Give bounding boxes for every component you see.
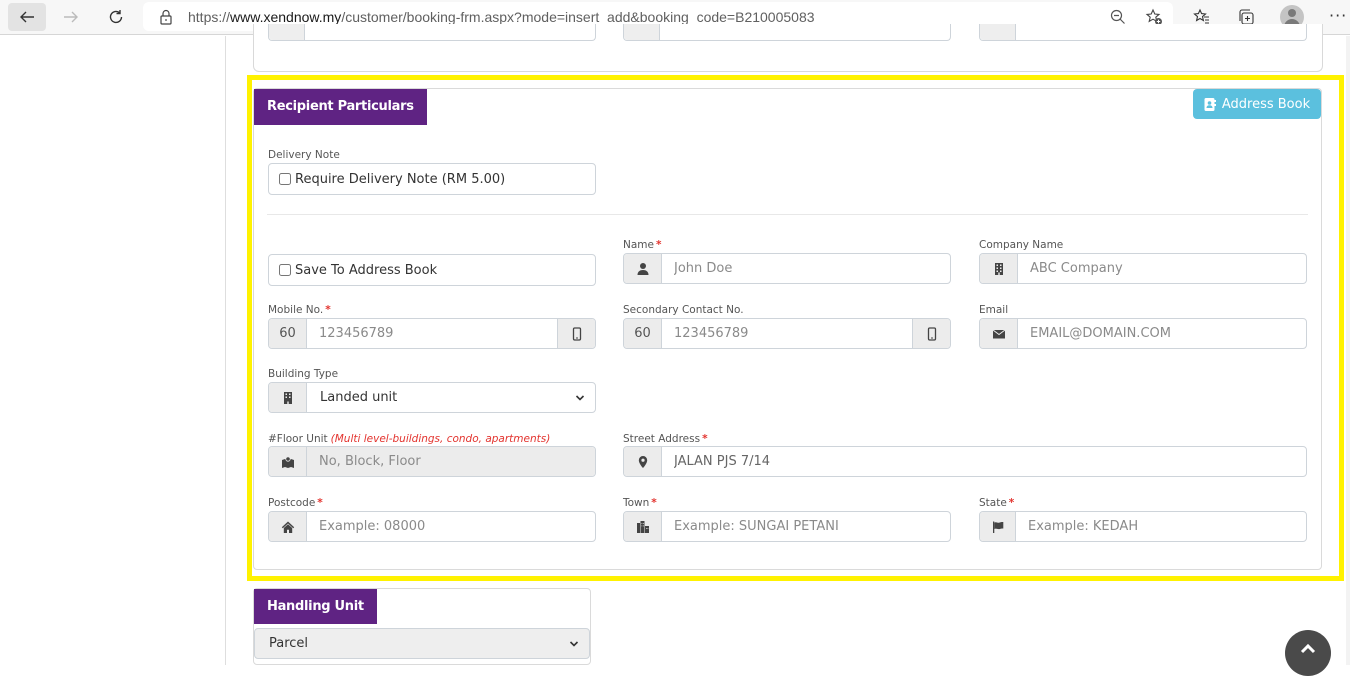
home-icon <box>269 512 307 541</box>
company-name-label: Company Name <box>979 239 1064 251</box>
name-label-text: Name <box>623 239 654 251</box>
forward-icon <box>64 11 78 23</box>
email-input[interactable] <box>1018 319 1306 348</box>
building-icon <box>269 383 307 412</box>
mobile-phone-icon <box>912 319 950 348</box>
url-prefix: https:// <box>188 9 231 25</box>
secondary-contact-label: Secondary Contact No. <box>623 304 744 316</box>
state-input[interactable] <box>1016 512 1306 541</box>
name-input-group <box>623 253 951 284</box>
company-name-input[interactable] <box>1018 254 1306 283</box>
required-marker: * <box>1008 497 1015 509</box>
town-label-text: Town <box>623 497 650 509</box>
handling-unit-select[interactable]: Parcel <box>254 628 590 659</box>
required-marker: * <box>655 239 662 251</box>
address-book-button[interactable]: Address Book <box>1193 89 1321 119</box>
previous-section-card <box>253 24 1323 72</box>
floor-unit-label-text: #Floor Unit <box>268 433 328 445</box>
handling-unit-value: Parcel <box>269 636 309 651</box>
require-delivery-note-checkbox[interactable] <box>279 173 291 185</box>
url-path: /customer/booking-frm.aspx?mode=insert_a… <box>341 9 815 25</box>
address-book-label: Address Book <box>1221 96 1311 112</box>
sidebar-divider <box>225 36 226 665</box>
url-text[interactable]: https://www.xendnow.my/customer/booking-… <box>188 9 815 25</box>
handling-unit-title: Handling Unit <box>254 589 377 624</box>
street-address-input[interactable] <box>662 447 1306 476</box>
postcode-label: Postcode * <box>268 497 323 509</box>
secondary-country-code: 60 <box>624 319 662 348</box>
floor-unit-label: #Floor Unit (Multi level-buildings, condo… <box>268 433 550 445</box>
street-address-group <box>623 446 1307 477</box>
save-to-address-book-label: Save To Address Book <box>295 262 438 278</box>
building-type-group: Landed unit <box>268 382 596 413</box>
street-address-label-text: Street Address <box>623 433 701 445</box>
required-marker: * <box>325 304 331 316</box>
postcode-label-text: Postcode <box>268 497 316 509</box>
mobile-phone-icon <box>557 319 595 348</box>
previous-field[interactable] <box>979 24 1307 41</box>
delivery-note-box[interactable]: Require Delivery Note (RM 5.00) <box>268 163 596 195</box>
name-label: Name * <box>623 239 661 251</box>
street-address-label: Street Address * <box>623 433 708 445</box>
back-icon <box>20 11 34 23</box>
email-label: Email <box>979 304 1009 316</box>
map-marker-icon <box>269 447 307 476</box>
required-marker: * <box>702 433 708 445</box>
secondary-contact-input[interactable] <box>662 319 912 348</box>
save-address-box[interactable]: Save To Address Book <box>268 254 596 286</box>
chevron-up-icon <box>1300 643 1316 654</box>
town-label: Town * <box>623 497 657 509</box>
building-icon <box>980 254 1018 283</box>
floor-unit-hint: (Multi level-buildings, condo, apartment… <box>330 433 551 445</box>
required-marker: * <box>317 497 323 509</box>
mobile-input[interactable] <box>307 319 557 348</box>
address-book-icon <box>1204 97 1216 111</box>
previous-field[interactable] <box>268 24 596 41</box>
mobile-input-group: 60 <box>268 318 596 349</box>
state-label-text: State <box>979 497 1007 509</box>
chevron-down-icon <box>569 640 579 647</box>
secondary-contact-input-group: 60 <box>623 318 951 349</box>
building-type-value: Landed unit <box>320 390 398 405</box>
floor-unit-group <box>268 446 596 477</box>
required-marker: * <box>651 497 657 509</box>
refresh-button[interactable] <box>97 3 135 31</box>
save-to-address-book-checkbox[interactable] <box>279 264 291 276</box>
town-input[interactable] <box>662 512 950 541</box>
forward-button[interactable] <box>52 3 90 31</box>
section-divider <box>267 214 1308 215</box>
refresh-icon <box>109 10 123 24</box>
envelope-icon <box>980 319 1018 348</box>
city-icon <box>624 512 662 541</box>
require-delivery-note-label: Require Delivery Note (RM 5.00) <box>295 171 506 187</box>
mobile-label: Mobile No. * <box>268 304 331 316</box>
user-icon <box>624 254 662 283</box>
scroll-to-top-button[interactable] <box>1285 630 1331 676</box>
state-label: State * <box>979 497 1014 509</box>
mobile-label-text: Mobile No. <box>268 304 324 316</box>
building-type-select[interactable]: Landed unit <box>307 383 595 412</box>
mobile-country-code: 60 <box>269 319 307 348</box>
lock-icon[interactable] <box>155 6 177 28</box>
state-group <box>979 511 1307 542</box>
url-host: www.xendnow.my <box>230 9 342 25</box>
flag-icon <box>980 512 1016 541</box>
floor-unit-input[interactable] <box>307 447 595 476</box>
postcode-input[interactable] <box>307 512 595 541</box>
town-group <box>623 511 951 542</box>
back-button[interactable] <box>8 3 46 31</box>
page-scrollbar[interactable] <box>1346 36 1350 665</box>
postcode-group <box>268 511 596 542</box>
company-input-group <box>979 253 1307 284</box>
name-input[interactable] <box>662 254 950 283</box>
location-pin-icon <box>624 447 662 476</box>
email-input-group <box>979 318 1307 349</box>
delivery-note-label: Delivery Note <box>268 149 340 161</box>
previous-field[interactable] <box>623 24 951 41</box>
more-icon[interactable]: ··· <box>1329 6 1347 25</box>
chevron-down-icon <box>575 394 585 401</box>
building-type-label: Building Type <box>268 368 339 380</box>
